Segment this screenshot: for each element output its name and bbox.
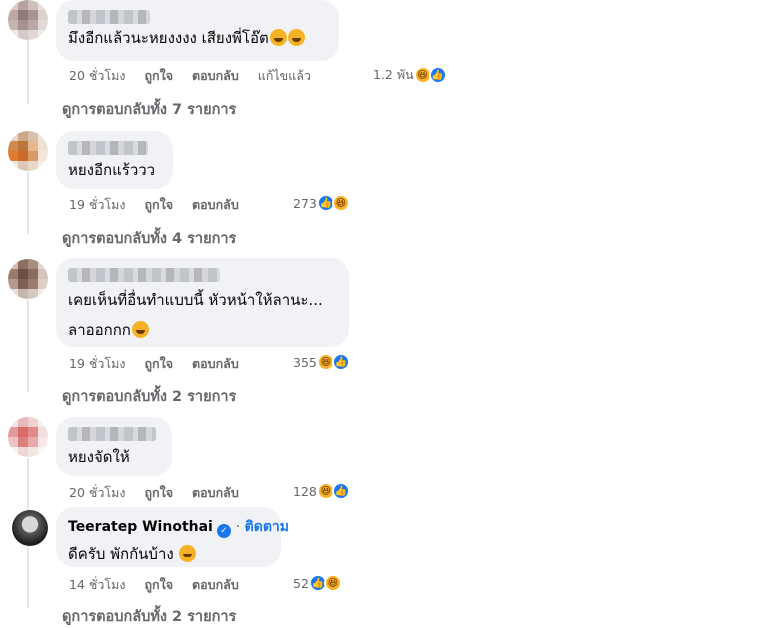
avatar[interactable] xyxy=(8,259,48,299)
timestamp[interactable]: 19 ชั่วโมง xyxy=(69,195,125,215)
comment-actions: 19 ชั่วโมง ถูกใจ ตอบกลับ xyxy=(69,195,239,215)
reply-text: ดีครับ พักกันบ้าง xyxy=(68,545,174,563)
like-icon: 👍 xyxy=(331,482,350,500)
reaction-count: 355 xyxy=(293,354,317,370)
comment-text-line2: ลาออกกก xyxy=(68,321,131,339)
timestamp[interactable]: 19 ชั่วโมง xyxy=(69,354,125,374)
timestamp[interactable]: 20 ชั่วโมง xyxy=(69,66,125,86)
like-button[interactable]: ถูกใจ xyxy=(144,575,173,595)
like-button[interactable]: ถูกใจ xyxy=(144,66,173,86)
timestamp[interactable]: 14 ชั่วโมง xyxy=(69,575,125,595)
edited-label[interactable]: แก้ไขแล้ว xyxy=(258,66,311,86)
like-button[interactable]: ถูกใจ xyxy=(144,354,173,374)
blurred-author-name[interactable] xyxy=(68,427,156,441)
reaction-count: 1.2 พัน xyxy=(373,67,414,82)
view-replies-link[interactable]: ดูการตอบกลับทั้ง 2 รายการ xyxy=(62,605,236,628)
reaction-count: 273 xyxy=(293,195,317,211)
reply-author-name[interactable]: Teeratep Winothai xyxy=(68,519,213,535)
like-icon: 👍 xyxy=(428,66,447,84)
reply-button[interactable]: ตอบกลับ xyxy=(192,575,239,595)
reply-bubble: Teeratep Winothai ✓ · ติดตาม ดีครับ พักกั… xyxy=(56,507,289,567)
avatar[interactable] xyxy=(8,131,48,171)
reply-author-avatar[interactable] xyxy=(12,510,48,546)
reply-actions: 14 ชั่วโมง ถูกใจ ตอบกลับ xyxy=(69,575,239,595)
blurred-author-name[interactable] xyxy=(68,10,150,24)
reaction-count: 128 xyxy=(293,483,317,499)
comment-actions: 20 ชั่วโมง ถูกใจ ตอบกลับ แก้ไขแล้ว xyxy=(69,66,311,86)
blurred-author-name[interactable] xyxy=(68,141,148,155)
view-replies-link[interactable]: ดูการตอบกลับทั้ง 2 รายการ xyxy=(62,385,236,408)
reply-button[interactable]: ตอบกลับ xyxy=(192,66,239,86)
blurred-author-name[interactable] xyxy=(68,268,220,282)
reaction-summary[interactable]: 355 😆 👍 xyxy=(293,353,350,371)
thread-line xyxy=(27,172,29,234)
like-button[interactable]: ถูกใจ xyxy=(144,483,173,503)
reply-button[interactable]: ตอบกลับ xyxy=(192,483,239,503)
reaction-summary[interactable]: 273 👍 😆 xyxy=(293,194,350,212)
avatar[interactable] xyxy=(8,0,48,40)
haha-icon: 😆 xyxy=(331,194,350,212)
comment-text: หยงจัดให้ xyxy=(68,448,130,466)
timestamp[interactable]: 20 ชั่วโมง xyxy=(69,483,125,503)
comment-text: มึงอีกแล้วนะหยงงงง เสียงพี่โอ๊ต xyxy=(68,29,269,47)
view-replies-link[interactable]: ดูการตอบกลับทั้ง 4 รายการ xyxy=(62,227,236,250)
view-replies-link[interactable]: ดูการตอบกลับทั้ง 7 รายการ xyxy=(62,98,236,121)
comment-bubble: หยงอีกแร้ววว xyxy=(56,131,173,189)
avatar[interactable] xyxy=(8,417,48,457)
reply-button[interactable]: ตอบกลับ xyxy=(192,354,239,374)
thread-line xyxy=(27,300,29,392)
follow-button[interactable]: ติดตาม xyxy=(245,519,289,535)
like-icon: 👍 xyxy=(331,353,350,371)
reaction-summary[interactable]: 52 👍 😆 xyxy=(293,574,342,592)
reaction-count: 52 xyxy=(293,575,309,591)
comment-bubble: เคยเห็นที่อื่นทำแบบนี้ หัวหน้าให้ลานะ...… xyxy=(56,258,349,347)
thread-line xyxy=(27,40,29,104)
reaction-summary[interactable]: 1.2 พัน 😆 👍 xyxy=(373,65,447,85)
smile-emoji-icon xyxy=(179,545,197,562)
comment-actions: 20 ชั่วโมง ถูกใจ ตอบกลับ xyxy=(69,483,239,503)
verified-badge-icon: ✓ xyxy=(216,524,231,538)
comment-bubble: หยงจัดให้ xyxy=(56,417,172,476)
rofl-emoji-icon xyxy=(131,321,149,338)
like-button[interactable]: ถูกใจ xyxy=(144,195,173,215)
comment-text: เคยเห็นที่อื่นทำแบบนี้ หัวหน้าให้ลานะ... xyxy=(68,291,323,309)
reply-button[interactable]: ตอบกลับ xyxy=(192,195,239,215)
reaction-summary[interactable]: 128 😆 👍 xyxy=(293,482,350,500)
haha-icon: 😆 xyxy=(323,574,342,592)
rofl-emoji-icon xyxy=(287,29,305,46)
comment-text: หยงอีกแร้ววว xyxy=(68,161,156,179)
rofl-emoji-icon xyxy=(269,29,287,46)
comment-bubble: มึงอีกแล้วนะหยงงงง เสียงพี่โอ๊ต xyxy=(56,0,339,61)
comment-actions: 19 ชั่วโมง ถูกใจ ตอบกลับ xyxy=(69,354,239,374)
